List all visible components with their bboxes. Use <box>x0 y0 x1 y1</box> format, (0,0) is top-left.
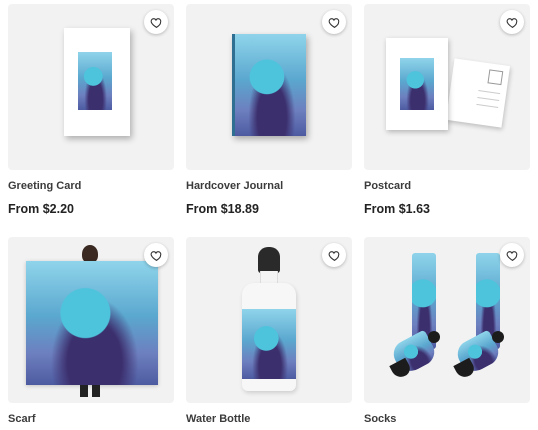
product-image[interactable] <box>8 4 174 170</box>
heart-icon <box>328 17 339 28</box>
favorite-button[interactable] <box>322 243 346 267</box>
favorite-button[interactable] <box>500 243 524 267</box>
heart-icon <box>150 17 161 28</box>
scarf-mockup <box>26 261 158 385</box>
product-image[interactable] <box>186 237 352 403</box>
product-card-greeting-card[interactable]: Greeting Card From $2.20 <box>8 4 174 216</box>
product-price: From $18.89 <box>186 202 259 216</box>
product-title[interactable]: Postcard <box>364 180 411 192</box>
favorite-button[interactable] <box>144 10 168 34</box>
product-card-hardcover-journal[interactable]: Hardcover Journal From $18.89 <box>186 4 352 216</box>
artwork <box>400 58 434 110</box>
artwork <box>78 52 112 110</box>
favorite-button[interactable] <box>500 10 524 34</box>
postcard-front-mockup <box>386 38 448 130</box>
product-card-water-bottle[interactable]: Water Bottle <box>186 237 352 425</box>
sock-heel <box>492 331 504 343</box>
product-title[interactable]: Scarf <box>8 413 36 425</box>
product-title[interactable]: Hardcover Journal <box>186 180 283 192</box>
heart-icon <box>506 250 517 261</box>
product-title[interactable]: Greeting Card <box>8 180 81 192</box>
heart-icon <box>328 250 339 261</box>
product-card-socks[interactable]: Socks <box>364 237 530 425</box>
bottle-cap <box>258 247 280 273</box>
product-title[interactable]: Socks <box>364 413 396 425</box>
postcard-back-mockup <box>445 58 511 128</box>
heart-icon <box>506 17 517 28</box>
heart-icon <box>150 250 161 261</box>
model-leg <box>92 385 100 397</box>
model-leg <box>80 385 88 397</box>
product-image[interactable] <box>364 237 530 403</box>
stamp-box <box>487 69 504 86</box>
sock-heel <box>428 331 440 343</box>
product-card-postcard[interactable]: Postcard From $1.63 <box>364 4 530 216</box>
product-card-scarf[interactable]: Scarf <box>8 237 174 425</box>
product-image[interactable] <box>186 4 352 170</box>
product-price: From $1.63 <box>364 202 431 216</box>
product-image[interactable] <box>8 237 174 403</box>
greeting-card-mockup <box>64 28 130 136</box>
product-title[interactable]: Water Bottle <box>186 413 250 425</box>
product-price: From $2.20 <box>8 202 75 216</box>
favorite-button[interactable] <box>144 243 168 267</box>
product-image[interactable] <box>364 4 530 170</box>
journal-mockup <box>232 34 306 136</box>
favorite-button[interactable] <box>322 10 346 34</box>
artwork <box>242 309 296 379</box>
bottle-body <box>242 283 296 391</box>
